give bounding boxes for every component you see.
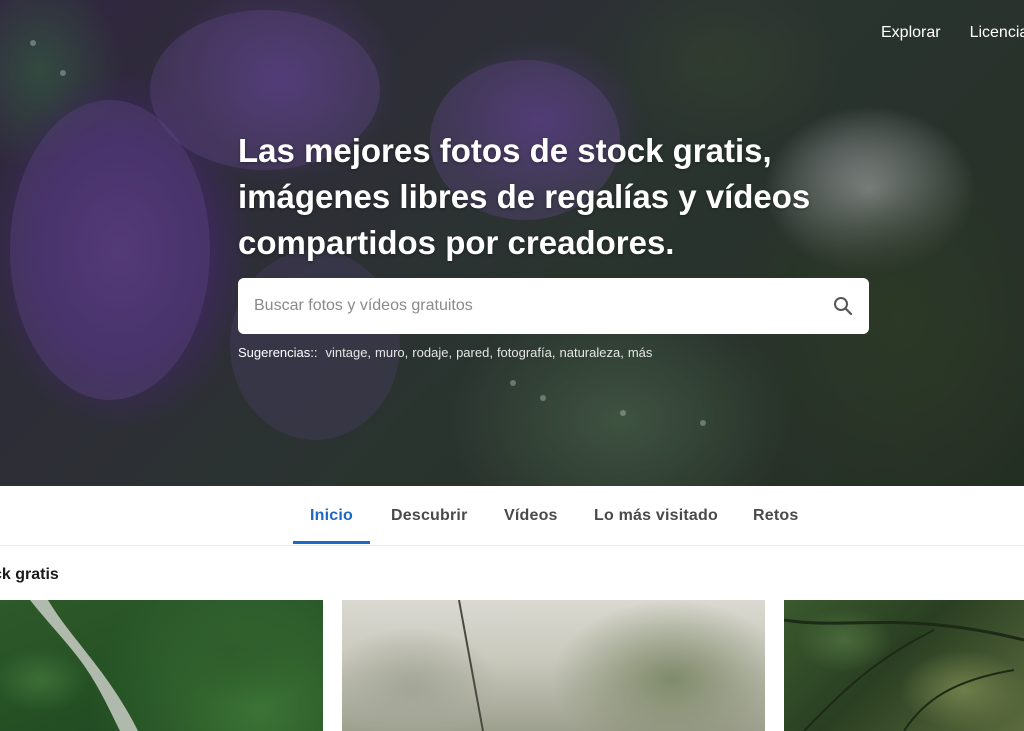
suggestion-link[interactable]: muro — [375, 344, 405, 362]
suggestion-separator: , — [620, 345, 624, 360]
photo-card[interactable] — [784, 600, 1024, 731]
tab-home[interactable]: Inicio — [310, 486, 353, 545]
suggestion-more-link[interactable]: más — [628, 344, 653, 362]
suggestion-separator: , — [489, 345, 493, 360]
hero-headline: Las mejores fotos de stock gratis, imáge… — [238, 132, 811, 261]
photo-card[interactable] — [0, 600, 323, 731]
tab-videos[interactable]: Vídeos — [504, 486, 558, 545]
suggestion-link[interactable]: vintage — [326, 344, 368, 362]
suggestion-link[interactable]: pared — [456, 344, 489, 362]
branches-shape — [784, 618, 1024, 731]
suggestion-separator: , — [448, 345, 453, 360]
search-icon — [834, 297, 853, 316]
hero-banner: Explorar Licencia Las mejores fotos de s… — [0, 0, 1024, 486]
tab-most-visited[interactable]: Lo más visitado — [594, 486, 718, 545]
suggestions-label: Sugerencias:: — [238, 345, 318, 360]
search-input[interactable] — [238, 278, 817, 334]
suggestion-separator: , — [551, 345, 556, 360]
suggestion-link[interactable]: rodaje — [412, 344, 448, 362]
active-tab-indicator — [293, 541, 370, 544]
section-title: ck gratis — [0, 566, 59, 583]
pole-line — [458, 600, 484, 731]
nav-explore-link[interactable]: Explorar — [881, 22, 941, 44]
tab-challenges[interactable]: Retos — [753, 486, 798, 545]
search-button[interactable] — [817, 278, 869, 334]
suggestion-separator: , — [367, 345, 372, 360]
suggestion-link[interactable]: naturaleza — [560, 344, 621, 362]
suggestion-link[interactable]: fotografía — [497, 344, 552, 362]
tab-discover[interactable]: Descubrir — [391, 486, 468, 545]
main-tabs: Inicio Descubrir Vídeos Lo más visitado … — [0, 486, 1024, 546]
nav-license-link[interactable]: Licencia — [970, 22, 1024, 44]
river-shape — [30, 600, 138, 731]
suggestion-separator: , — [404, 345, 409, 360]
top-nav: Explorar Licencia — [881, 22, 1024, 44]
search-bar — [238, 278, 869, 334]
photo-card[interactable] — [342, 600, 765, 731]
search-suggestions: Sugerencias:: vintage, muro, rodaje, par… — [238, 344, 652, 362]
